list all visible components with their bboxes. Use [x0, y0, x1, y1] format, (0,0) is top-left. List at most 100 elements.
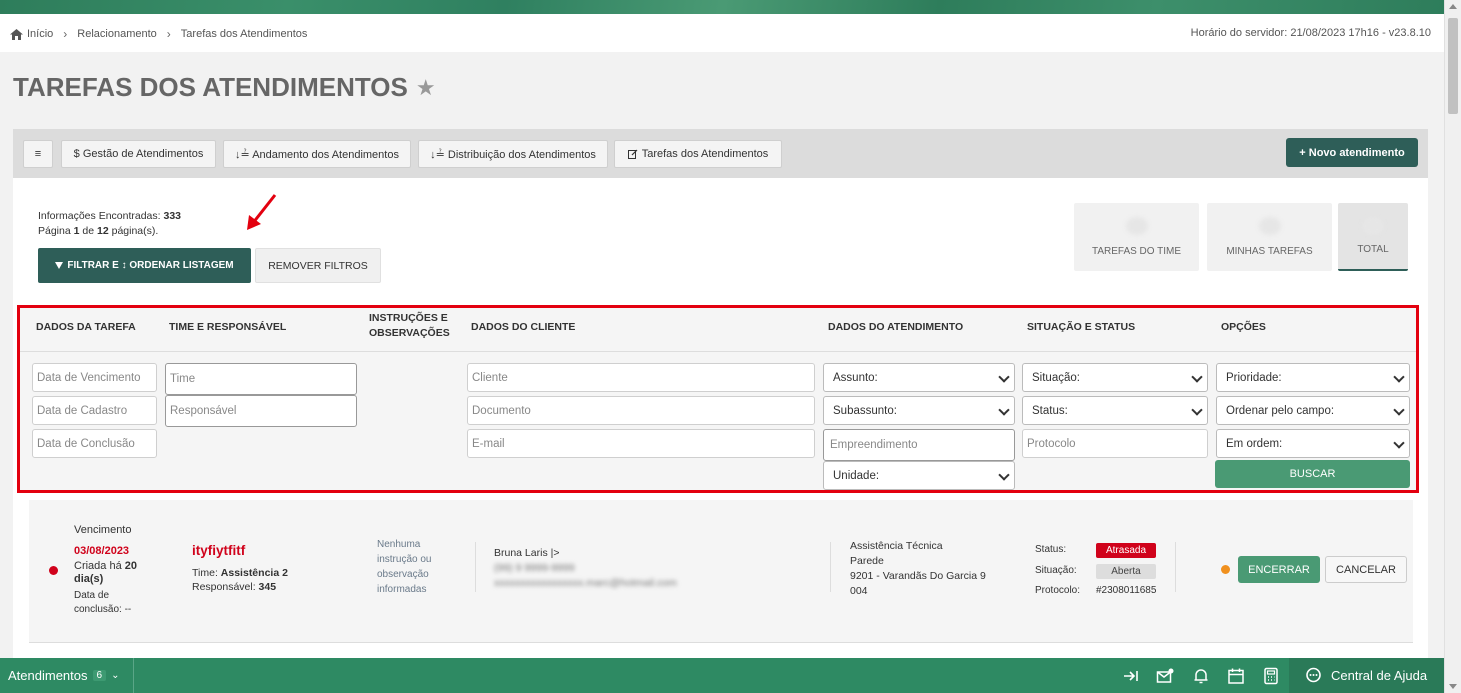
responsavel-input[interactable]: Responsável: [165, 395, 357, 427]
priority-dot-red: [49, 566, 58, 575]
divider: [475, 542, 476, 592]
instr-line: informadas: [377, 584, 427, 595]
criada-days: 20: [124, 560, 138, 572]
scroll-up-icon[interactable]: [1449, 4, 1457, 9]
header-observacoes: OBSERVAÇÕES: [369, 327, 450, 339]
assunto-value: Assunto:: [833, 371, 878, 384]
empreendimento-input[interactable]: Empreendimento: [823, 429, 1015, 461]
filter-sort-button[interactable]: FILTRAR E ↕ ORDENAR LISTAGEM: [38, 248, 251, 283]
atend-subassunto: Parede: [850, 555, 884, 567]
ordenar-campo-select[interactable]: Ordenar pelo campo:: [1216, 396, 1410, 425]
central-ajuda-label: Central de Ajuda: [1331, 668, 1428, 683]
protocolo-label: Protocolo:: [1035, 585, 1081, 596]
filter-header: DADOS DA TAREFA TIME E RESPONSÁVEL INSTR…: [20, 308, 1416, 352]
stat-value-blurred: [1125, 217, 1148, 235]
prioridade-select[interactable]: Prioridade:: [1216, 363, 1410, 392]
page-of: de: [82, 225, 95, 237]
conclusao-line1: Data de: [74, 590, 110, 601]
instr-line: Nenhuma: [377, 539, 421, 550]
calendar-icon[interactable]: [1227, 667, 1245, 685]
status-select[interactable]: Status:: [1022, 396, 1208, 425]
ordenar-campo-value: Ordenar pelo campo:: [1226, 404, 1335, 417]
stat-label: TAREFAS DO TIME: [1091, 246, 1182, 257]
header-instrucoes: INSTRUÇÕES E: [369, 312, 448, 324]
unidade-select[interactable]: Unidade:: [823, 461, 1015, 490]
chevron-down-icon: [998, 371, 1010, 383]
chevron-right-icon: ›: [166, 27, 171, 41]
breadcrumb-relacionamento[interactable]: Relacionamento: [77, 28, 157, 40]
calculator-icon[interactable]: [1262, 667, 1280, 685]
page-total: 12: [97, 225, 109, 237]
time-input[interactable]: Time: [165, 363, 357, 395]
divider: [1175, 542, 1176, 592]
star-icon[interactable]: ★: [416, 75, 436, 101]
buscar-button[interactable]: BUSCAR: [1215, 460, 1410, 488]
divider: [830, 542, 831, 592]
em-ordem-value: Em ordem:: [1226, 437, 1283, 450]
assunto-select[interactable]: Assunto:: [823, 363, 1015, 392]
central-ajuda-button[interactable]: Central de Ajuda: [1289, 658, 1444, 693]
collapse-right-icon[interactable]: [1122, 667, 1140, 685]
encerrar-button[interactable]: ENCERRAR: [1238, 556, 1320, 583]
header-dados-atendimento: DADOS DO ATENDIMENTO: [828, 321, 964, 333]
data-conclusao-input[interactable]: Data de Conclusão: [32, 429, 157, 458]
protocolo-input[interactable]: Protocolo: [1022, 429, 1208, 458]
stat-total[interactable]: TOTAL: [1338, 203, 1408, 271]
chevron-down-icon: ⌄: [111, 670, 120, 681]
task-title-link[interactable]: ityfiytfitf: [192, 543, 245, 558]
criada-unit: dia(s): [74, 573, 104, 585]
cancelar-button[interactable]: CANCELAR: [1325, 556, 1407, 583]
client-name[interactable]: Bruna Laris |>: [494, 547, 559, 559]
subassunto-select[interactable]: Subassunto:: [823, 396, 1015, 425]
annotation-arrow-icon: [247, 194, 277, 230]
atendimentos-tray[interactable]: Atendimentos 6 ⌄: [0, 658, 134, 693]
situacao-value: Situação:: [1032, 371, 1080, 384]
cliente-input[interactable]: Cliente: [467, 363, 815, 392]
page-title-text: TAREFAS DOS ATENDIMENTOS: [13, 72, 408, 102]
tarefas-atendimentos-button[interactable]: Tarefas dos Atendimentos: [614, 140, 782, 168]
em-ordem-select[interactable]: Em ordem:: [1216, 429, 1410, 458]
page-title: TAREFAS DOS ATENDIMENTOS ★: [13, 72, 436, 103]
server-time: Horário do servidor: 21/08/2023 17h16 - …: [1190, 27, 1431, 39]
situacao-select[interactable]: Situação:: [1022, 363, 1208, 392]
stat-tarefas-time[interactable]: TAREFAS DO TIME: [1074, 203, 1199, 271]
novo-atendimento-button[interactable]: + Novo atendimento: [1286, 138, 1418, 167]
vencimento-date: 03/08/2023: [74, 545, 130, 557]
breadcrumb-home[interactable]: Início: [27, 28, 53, 40]
instr-line: instrução ou: [377, 554, 432, 565]
filter-sort-label: FILTRAR E ↕ ORDENAR LISTAGEM: [67, 260, 234, 271]
stat-minhas-tarefas[interactable]: MINHAS TAREFAS: [1207, 203, 1332, 271]
subassunto-value: Subassunto:: [833, 404, 897, 417]
chevron-down-icon: [1191, 371, 1203, 383]
instrucoes-text: Nenhuma instrução ou observação informad…: [377, 537, 431, 597]
resp-value: 345: [258, 581, 277, 593]
stat-label: MINHAS TAREFAS: [1226, 246, 1313, 257]
header-situacao-status: SITUAÇÃO E STATUS: [1027, 321, 1136, 333]
time-value: Assistência 2: [220, 567, 288, 579]
home-icon[interactable]: [10, 28, 23, 40]
scroll-down-icon[interactable]: [1449, 684, 1457, 689]
remove-filters-button[interactable]: REMOVER FILTROS: [255, 248, 381, 283]
main-card: ≡ $ Gestão de Atendimentos ↓≟ Andamento …: [13, 129, 1428, 669]
vertical-scrollbar[interactable]: [1444, 0, 1461, 693]
found-label: Informações Encontradas:: [38, 210, 161, 222]
gestao-atendimentos-button[interactable]: $ Gestão de Atendimentos: [61, 140, 216, 168]
bell-icon[interactable]: [1192, 667, 1210, 685]
menu-button[interactable]: ≡: [23, 140, 53, 168]
distribuicao-atendimentos-button[interactable]: ↓≟ Distribuição dos Atendimentos: [418, 140, 608, 168]
scrollbar-thumb[interactable]: [1448, 18, 1458, 114]
chevron-down-icon: [1191, 404, 1203, 416]
atend-assunto: Assistência Técnica: [850, 540, 943, 552]
andamento-atendimentos-button[interactable]: ↓≟ Andamento dos Atendimentos: [223, 140, 411, 168]
documento-input[interactable]: Documento: [467, 396, 815, 425]
email-input[interactable]: E-mail: [467, 429, 815, 458]
data-vencimento-input[interactable]: Data de Vencimento: [32, 363, 157, 392]
page-number: 1: [73, 225, 80, 237]
client-email-blurred: xxxxxxxxxxxxxxxxx.marc@hotmail.com: [494, 577, 677, 589]
chat-icon: [1306, 667, 1321, 683]
client-info: Bruna Laris |> (99) 9 9999-9999 xxxxxxxx…: [494, 546, 677, 591]
data-cadastro-input[interactable]: Data de Cadastro: [32, 396, 157, 425]
mail-star-icon[interactable]: [1156, 667, 1174, 685]
client-phone-blurred: (99) 9 9999-9999: [494, 562, 575, 574]
instr-line: observação: [377, 569, 429, 580]
